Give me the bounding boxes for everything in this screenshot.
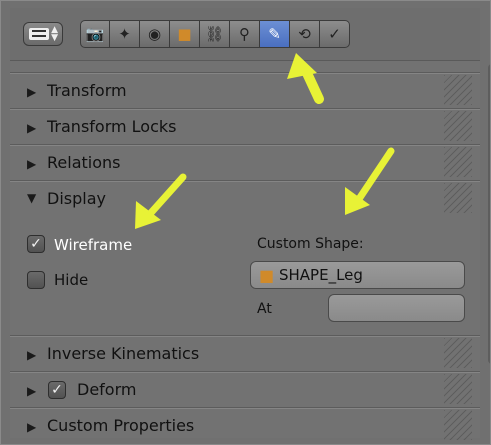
expand-triangle-icon: ▶ [27, 85, 37, 99]
properties-tabs: 📷 ✦ ◉ ■ ⛓ ⚲ ✎ ⟲ ✓ [80, 20, 350, 48]
camera-icon: 📷 [85, 25, 105, 43]
panel-grip-icon[interactable] [444, 410, 472, 440]
expand-triangle-icon: ▶ [27, 384, 37, 398]
panel-grip-icon[interactable] [444, 111, 472, 141]
modifier-icon: ✓ [328, 25, 341, 43]
custom-shape-field[interactable]: ■ SHAPE_Leg [250, 261, 465, 289]
panel-grip-icon[interactable] [444, 183, 472, 213]
updown-arrows-icon: ▲ ▼ [51, 25, 58, 43]
editor-type-button[interactable]: ▲ ▼ [23, 22, 63, 46]
expand-triangle-icon: ▶ [27, 157, 37, 171]
cube-icon: ■ [177, 25, 192, 43]
tab-scene[interactable]: ✦ [110, 20, 140, 48]
properties-panel: ▲ ▼ 📷 ✦ ◉ ■ ⛓ ⚲ ✎ ⟲ ✓ ▶ Transform ▶ Trans… [10, 8, 490, 440]
panel-custom-properties[interactable]: ▶ Custom Properties [10, 407, 480, 444]
panel-deform[interactable]: ▶ ✓ Deform [10, 371, 480, 408]
panel-custom-properties-label: Custom Properties [47, 416, 195, 435]
custom-shape-value: SHAPE_Leg [279, 266, 363, 284]
panel-grip-icon[interactable] [444, 374, 472, 404]
at-label: At [257, 301, 272, 317]
tab-object[interactable]: ■ [170, 20, 200, 48]
editor-type-icon [29, 28, 49, 40]
checkmark-icon: ✓ [30, 236, 42, 252]
panel-display-label[interactable]: Display [47, 189, 106, 208]
panel-grip-icon[interactable] [444, 75, 472, 105]
expand-triangle-icon: ▶ [27, 121, 37, 135]
tab-bone-constraints[interactable]: ⟲ [290, 20, 320, 48]
world-icon: ◉ [147, 25, 162, 43]
tab-modifier[interactable]: ✓ [320, 20, 350, 48]
custom-shape-label: Custom Shape: [257, 236, 364, 252]
properties-header: ▲ ▼ 📷 ✦ ◉ ■ ⛓ ⚲ ✎ ⟲ ✓ [10, 8, 480, 61]
wireframe-label: Wireframe [54, 236, 133, 254]
panel-display: ▼ Display ✓ Wireframe Hide Custom Shape:… [10, 180, 480, 336]
armature-icon: ⚲ [239, 25, 250, 43]
panel-transform-locks[interactable]: ▶ Transform Locks [10, 108, 480, 145]
at-bone-field[interactable] [328, 294, 465, 322]
collapse-triangle-icon[interactable]: ▼ [27, 191, 36, 205]
panel-deform-label: Deform [77, 380, 137, 399]
panel-relations-label: Relations [47, 153, 121, 172]
bone-constraint-icon: ⟲ [298, 25, 311, 43]
panel-transform-label: Transform [47, 81, 127, 100]
tab-render[interactable]: 📷 [80, 20, 110, 48]
deform-checkbox[interactable]: ✓ [48, 381, 66, 399]
panel-grip-icon[interactable] [444, 147, 472, 177]
tab-bone[interactable]: ✎ [260, 20, 290, 48]
panel-transform[interactable]: ▶ Transform [10, 72, 480, 109]
panel-inverse-kinematics-label: Inverse Kinematics [47, 344, 200, 363]
panel-relations[interactable]: ▶ Relations [10, 144, 480, 181]
tab-data[interactable]: ⚲ [230, 20, 260, 48]
tab-world[interactable]: ◉ [140, 20, 170, 48]
tab-constraints[interactable]: ⛓ [200, 20, 230, 48]
expand-triangle-icon: ▶ [27, 348, 37, 362]
panel-inverse-kinematics[interactable]: ▶ Inverse Kinematics [10, 335, 480, 372]
wireframe-checkbox[interactable]: ✓ [27, 235, 45, 253]
hide-label: Hide [54, 271, 89, 289]
bone-icon: ✎ [268, 25, 281, 43]
panel-transform-locks-label: Transform Locks [47, 117, 177, 136]
scene-icon: ✦ [118, 25, 131, 43]
mesh-cube-icon: ■ [259, 266, 275, 285]
expand-triangle-icon: ▶ [27, 420, 37, 434]
properties-editor-frame: ▲ ▼ 📷 ✦ ◉ ■ ⛓ ⚲ ✎ ⟲ ✓ ▶ Transform ▶ Trans… [0, 0, 491, 445]
link-icon: ⛓ [204, 25, 225, 43]
hide-checkbox[interactable] [27, 271, 45, 289]
panel-grip-icon[interactable] [444, 338, 472, 368]
checkmark-icon: ✓ [51, 382, 63, 398]
